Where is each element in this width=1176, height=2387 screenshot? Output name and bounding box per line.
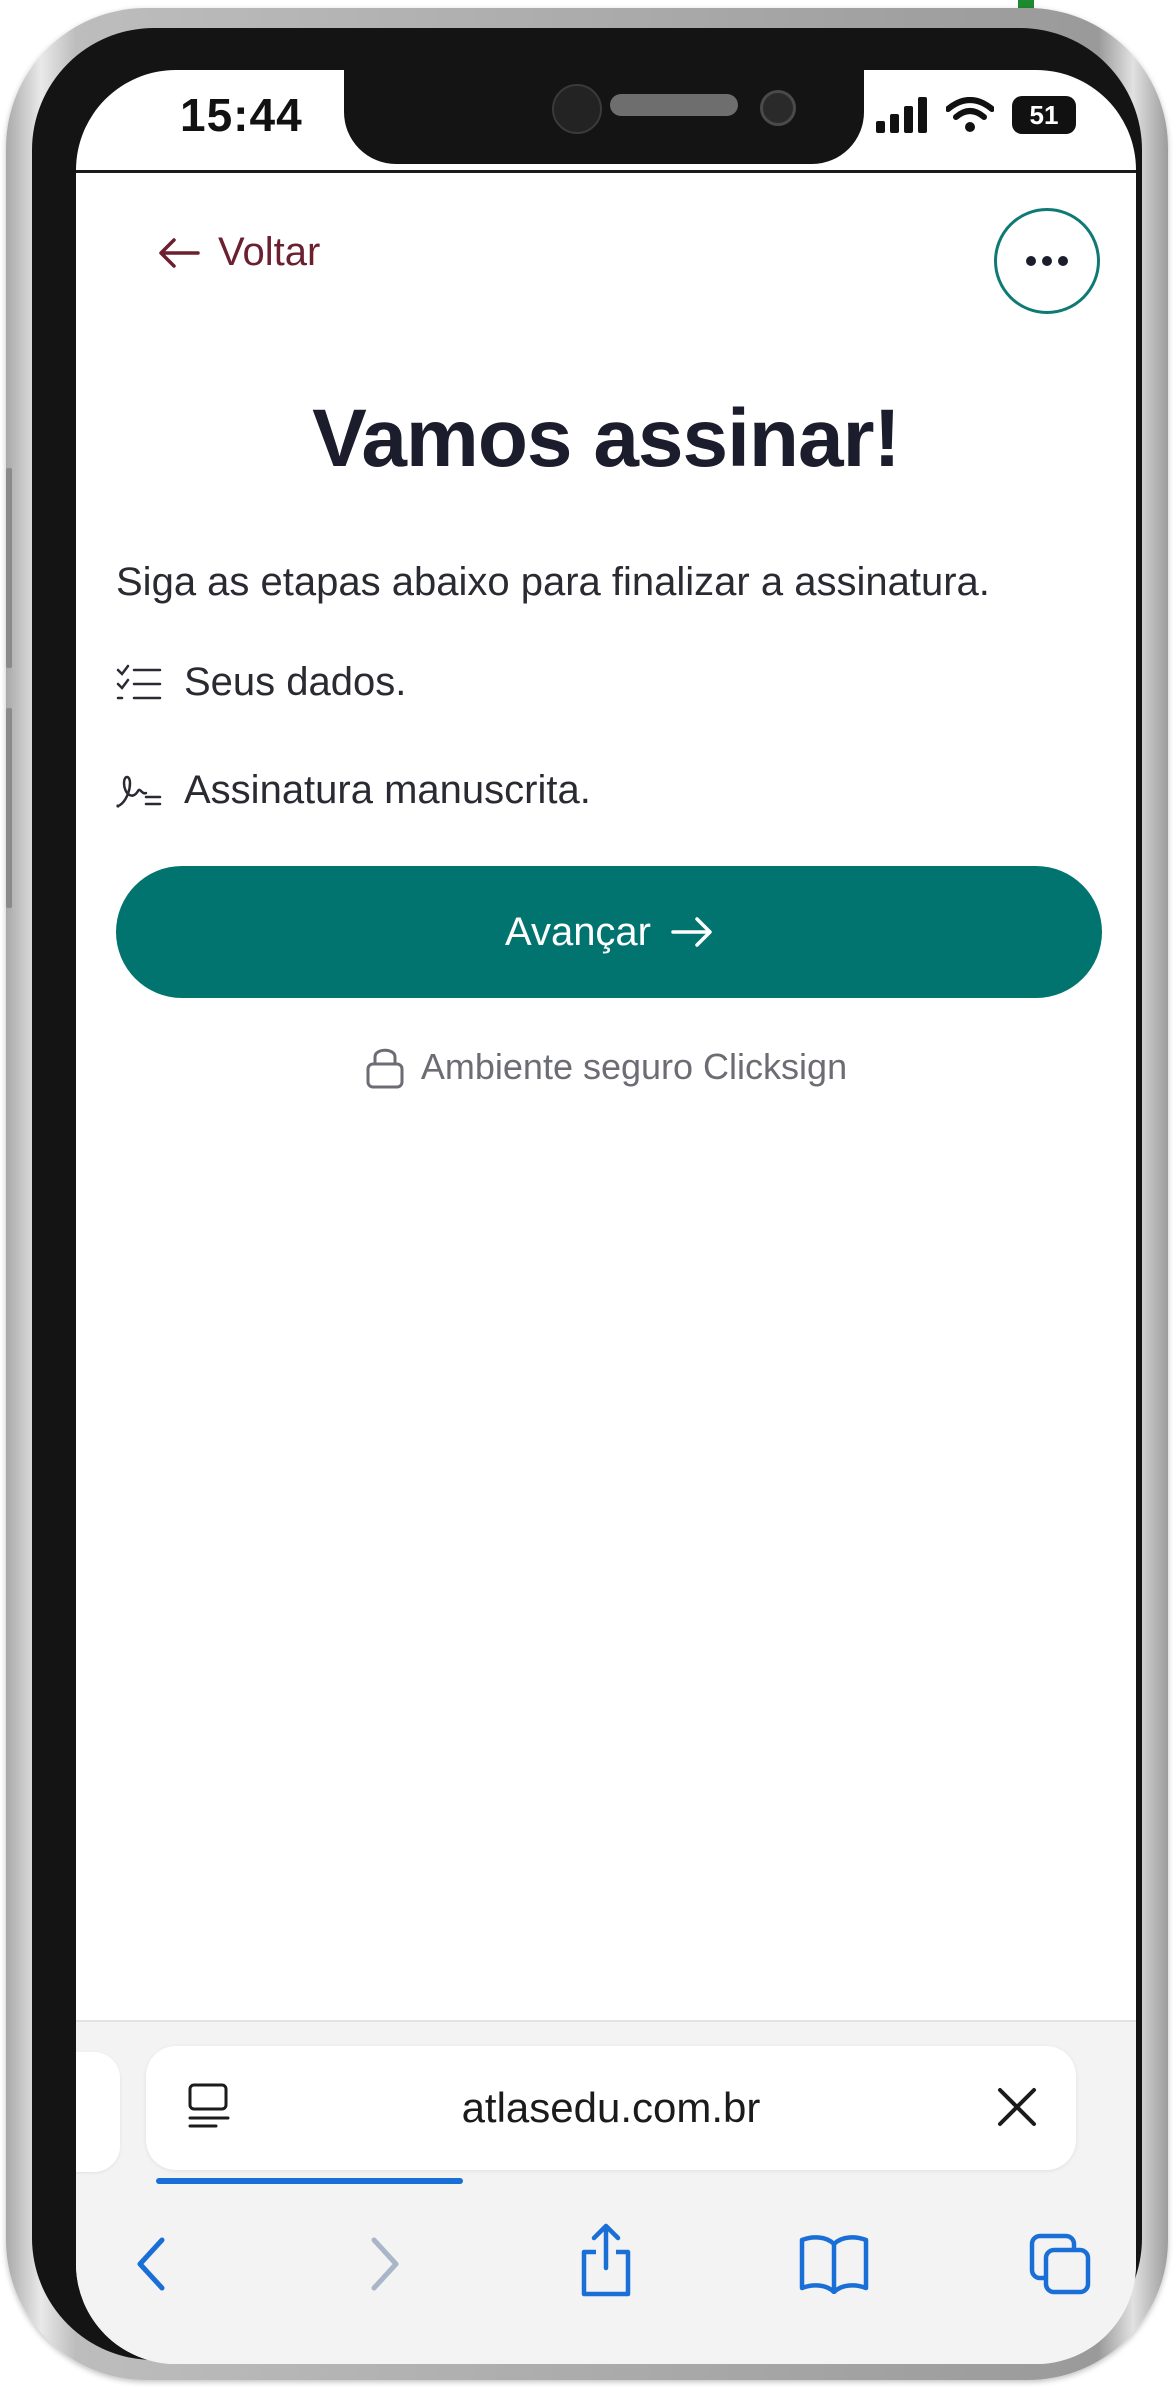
step-item-personal-data: Seus dados. [116, 660, 406, 705]
step-label: Assinatura manuscrita. [184, 768, 591, 812]
volume-down-button [6, 708, 12, 908]
browser-toolbar [76, 2223, 1136, 2332]
more-dots-icon [1026, 256, 1068, 266]
page-load-progress-fill [156, 2178, 463, 2184]
url-text[interactable]: atlasedu.com.br [146, 2046, 1076, 2170]
signature-icon [116, 775, 162, 808]
signal-icon [876, 97, 927, 133]
back-link[interactable]: Voltar [158, 230, 320, 275]
step-item-handwritten-signature: Assinatura manuscrita. [116, 768, 591, 813]
advance-label: Avançar [504, 909, 651, 954]
volume-up-button [6, 468, 12, 668]
front-camera [552, 84, 602, 134]
page-title: Vamos assinar! [312, 393, 901, 484]
arrow-right-icon [671, 917, 712, 947]
page-settings-icon[interactable] [186, 2082, 232, 2138]
back-icon[interactable] [126, 2232, 180, 2300]
status-bar: 15:44 51 [76, 70, 1136, 173]
status-icons: 51 [876, 90, 1076, 140]
sensor-lens [760, 90, 796, 126]
page-load-progress [156, 2178, 1086, 2184]
wifi-icon [946, 97, 994, 132]
arrow-left-icon [159, 237, 200, 268]
address-bar[interactable]: atlasedu.com.br [146, 2046, 1076, 2170]
secure-environment-note: Ambiente seguro Clicksign [76, 1044, 1136, 1090]
dynamic-notch [344, 70, 864, 164]
secure-note-text: Ambiente seguro Clicksign [420, 1046, 848, 1087]
status-time: 15:44 [180, 89, 303, 141]
previous-tab-preview[interactable] [76, 2052, 120, 2172]
earpiece-speaker [610, 94, 738, 116]
close-icon[interactable] [994, 2084, 1040, 2134]
more-options-button[interactable] [994, 208, 1100, 314]
battery-level: 51 [1029, 99, 1059, 130]
bookmarks-icon[interactable] [798, 2232, 870, 2298]
status-divider [76, 170, 1136, 173]
share-icon[interactable] [576, 2222, 636, 2302]
advance-button[interactable]: Avançar [116, 866, 1102, 998]
intro-text: Siga as etapas abaixo para finalizar a a… [116, 560, 990, 604]
battery-indicator: 51 [1012, 96, 1076, 134]
tabs-icon[interactable] [1028, 2232, 1094, 2302]
browser-bar: atlasedu.com.br [76, 2020, 1136, 2364]
phone-frame: 15:44 51 Voltar Vamos assinar! Siga as e… [6, 8, 1168, 2380]
screen: 15:44 51 Voltar Vamos assinar! Siga as e… [76, 70, 1136, 2364]
back-label: Voltar [218, 230, 321, 274]
lock-icon [366, 1048, 404, 1089]
step-label: Seus dados. [184, 660, 407, 704]
checklist-icon [116, 664, 162, 699]
forward-icon[interactable] [356, 2232, 410, 2300]
